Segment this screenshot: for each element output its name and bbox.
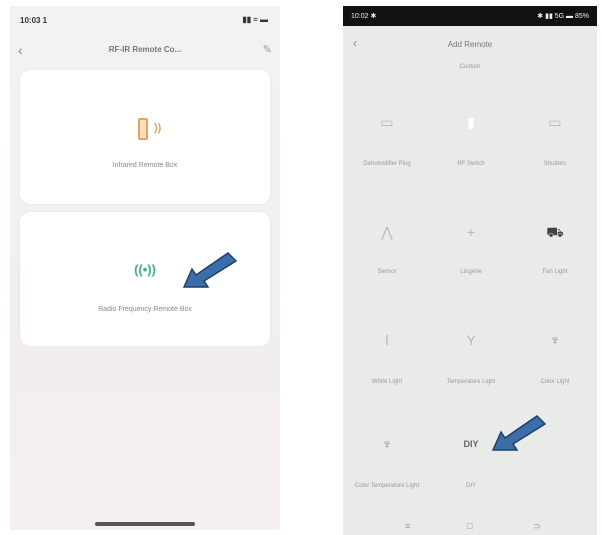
device-item-temperature-light[interactable]: Y Temperature Light [429, 320, 513, 420]
home-indicator [95, 522, 195, 526]
device-item-sensor[interactable]: ⋀ Sensor [345, 212, 429, 312]
back-nav-icon[interactable]: ⊃ [533, 521, 541, 532]
plug-icon: ▭ [380, 114, 394, 130]
radio-frequency-icon: ((•)) [134, 262, 156, 277]
temperature-light-icon: Y [466, 332, 476, 348]
device-label: White Light [371, 379, 402, 385]
plus-icon: + [466, 224, 476, 240]
device-label: Sensor [377, 269, 397, 275]
device-label: Shutters [543, 161, 567, 167]
status-time: 10:02 ✱ [351, 13, 377, 20]
device-item-rf-switch[interactable]: ▮ RF Switch [429, 102, 513, 202]
device-label: RF Switch [457, 161, 485, 167]
device-label: Fan Light [542, 269, 568, 275]
device-item-white-light[interactable]: Ⅰ White Light [345, 320, 429, 420]
pointer-arrow-icon [182, 252, 238, 288]
device-label: Color Temperature Light [354, 483, 420, 489]
device-item-color-temperature-light[interactable]: ♆ Color Temperature Light [345, 424, 429, 524]
infrared-remote-icon: )) [138, 118, 170, 140]
card-label: Radio Frequency Remote Box [98, 306, 192, 313]
page-title: RF-IR Remote Co... [108, 45, 182, 54]
color-temperature-light-icon: ♆ [381, 436, 393, 452]
status-bar: 10:03 1 ▮▮ ≈ ▬ [10, 6, 280, 32]
sensor-icon: ⋀ [381, 224, 393, 240]
device-item-dehumidifier-plug[interactable]: ▭ Dehumidifier Plug [345, 102, 429, 202]
system-nav-bar: ≡ □ ⊃ [343, 519, 597, 535]
fan-light-icon: ⛟ [546, 224, 564, 240]
section-header: Custom [459, 64, 481, 70]
device-item-fan-light[interactable]: ⛟ Fan Light [513, 212, 597, 312]
left-phone-screen: 10:03 1 ▮▮ ≈ ▬ ‹ RF-IR Remote Co... ✎ ))… [10, 6, 280, 530]
right-phone-screen: 10:02 ✱ ✱ ▮▮ 5G ▬ 85% ‹ Add Remote Custo… [343, 6, 597, 535]
status-bar: 10:02 ✱ ✱ ▮▮ 5G ▬ 85% [343, 6, 597, 26]
page-title: Add Remote [447, 40, 493, 49]
recents-icon[interactable]: ≡ [405, 521, 410, 531]
white-light-icon: Ⅰ [384, 332, 390, 348]
home-icon[interactable]: □ [467, 521, 472, 531]
device-item-color-light[interactable]: ♆ Color Light [513, 320, 597, 420]
color-light-icon: ♆ [549, 332, 561, 348]
device-item-lingerie[interactable]: + Lingerie [429, 212, 513, 312]
device-label: Color Light [540, 379, 570, 385]
status-time: 10:03 1 [20, 16, 48, 25]
switch-icon: ▮ [467, 114, 475, 130]
status-icons: ▮▮ ≈ ▬ [242, 15, 268, 24]
nav-bar: ‹ RF-IR Remote Co... ✎ [10, 40, 280, 62]
nav-bar: ‹ Add Remote [343, 36, 597, 56]
card-label: Infrared Remote Box [112, 162, 178, 169]
edit-icon[interactable]: ✎ [263, 43, 272, 56]
status-icons: ✱ ▮▮ 5G ▬ 85% [537, 13, 589, 20]
pointer-arrow-icon [491, 415, 547, 451]
device-label: Temperature Light [446, 379, 496, 385]
infrared-remote-box-card[interactable]: )) Infrared Remote Box [20, 70, 270, 204]
shutters-icon: ▭ [548, 114, 562, 130]
device-label: Dehumidifier Plug [363, 161, 411, 167]
device-label: Lingerie [460, 269, 482, 275]
device-label: DIY [465, 483, 476, 489]
device-item-shutters[interactable]: ▭ Shutters [513, 102, 597, 202]
